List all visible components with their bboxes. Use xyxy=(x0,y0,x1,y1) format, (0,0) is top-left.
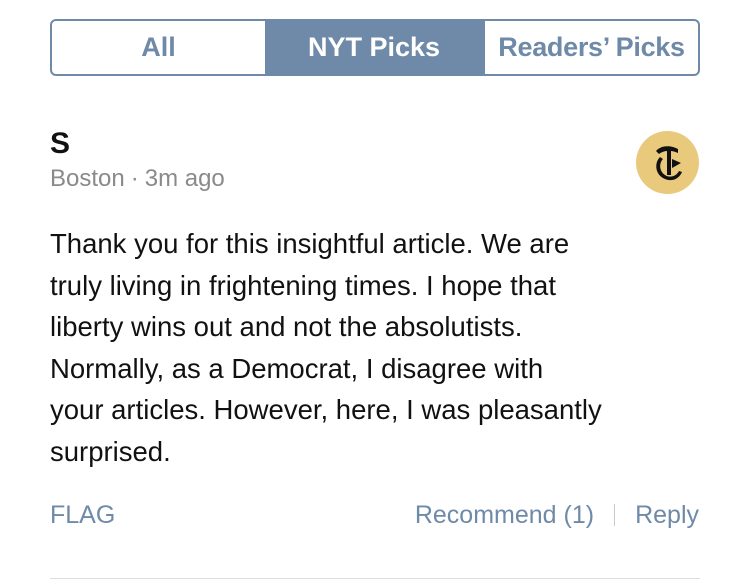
comment-body-line: Normally, as a Democrat, I disagree with xyxy=(50,352,544,384)
nyt-logo-icon xyxy=(636,131,699,194)
reply-button[interactable]: Reply xyxy=(635,497,699,533)
comment-meta: Boston · 3m ago xyxy=(50,162,225,196)
meta-separator: · xyxy=(130,165,139,192)
tab-readers-picks[interactable]: Readers’ Picks xyxy=(483,21,698,74)
comment-timestamp: 3m ago xyxy=(144,165,225,192)
nyt-logo-glyph xyxy=(655,145,682,180)
recommend-button[interactable]: Recommend (1) xyxy=(415,497,594,533)
comment-actions: Recommend (1) Reply xyxy=(415,497,699,533)
comment-body-line: liberty wins out and not the absolutists… xyxy=(50,311,523,343)
comment-author: S xyxy=(50,127,71,160)
comment-body-line: truly living in frightening times. I hop… xyxy=(50,269,556,301)
comment-body-line: surprised. xyxy=(50,435,171,467)
action-divider xyxy=(614,504,616,526)
comment-body: Thank you for this insightful article. W… xyxy=(50,223,720,473)
tab-nyt-picks[interactable]: NYT Picks xyxy=(265,21,483,74)
comment-body-line: your articles. However, here, I was plea… xyxy=(50,394,602,426)
comment-location: Boston xyxy=(50,165,125,192)
comment-divider xyxy=(50,578,700,579)
flag-button[interactable]: FLAG xyxy=(50,497,115,533)
comment-filter-tabs: All NYT Picks Readers’ Picks xyxy=(50,19,700,76)
tab-all[interactable]: All xyxy=(52,21,265,74)
comment-body-line: Thank you for this insightful article. W… xyxy=(50,228,570,259)
